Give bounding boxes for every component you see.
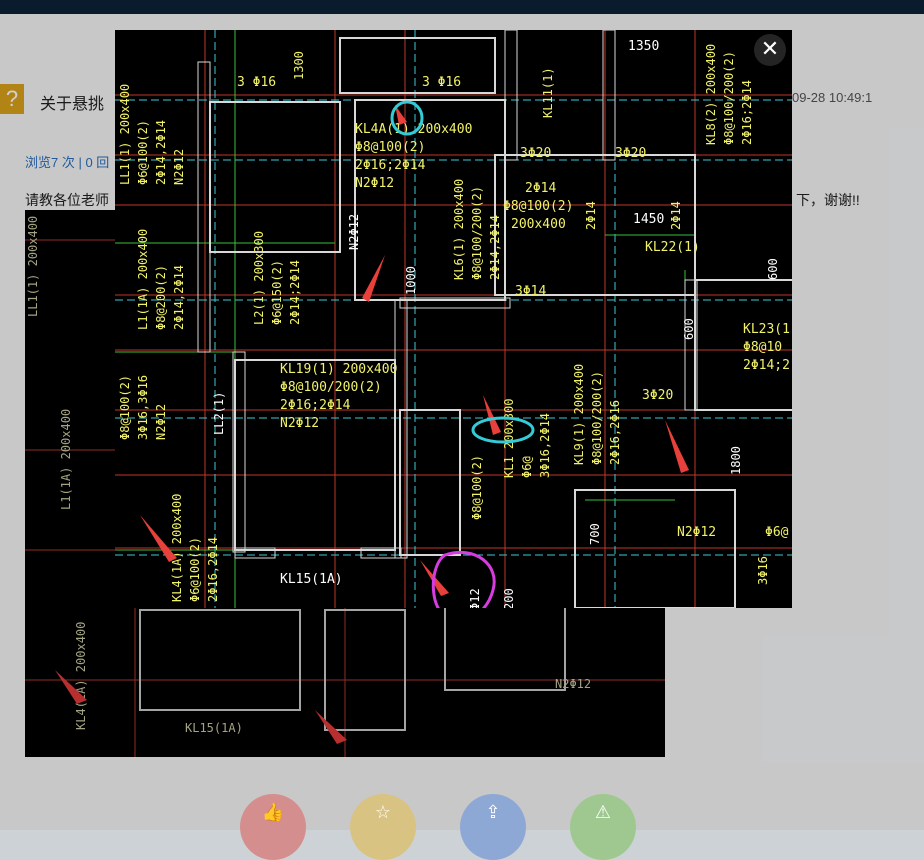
thumbs-up-icon: 👍	[261, 802, 285, 823]
cad-label: 3Φ20	[520, 146, 551, 161]
cad-label: 3Φ16	[756, 556, 770, 585]
cad-label: 2Φ14,2Φ14	[172, 265, 186, 330]
cad-label: KL4(1A) 200x400	[170, 494, 184, 602]
cad-label: 1000	[404, 266, 418, 295]
cad-label: N2Φ12	[172, 149, 186, 185]
report-button[interactable]: ⚠	[570, 794, 636, 860]
cad-label: 2Φ14,2Φ14	[154, 120, 168, 185]
cad-label: KL8(2) 200x400	[704, 44, 718, 145]
cad-label: 700	[588, 523, 602, 545]
cad-label: Φ8@100(2)	[503, 199, 573, 214]
cad-label: KL23(1	[743, 322, 790, 337]
cad-label: 3Φ14	[515, 284, 546, 299]
cad-label: 2Φ16;2Φ14	[740, 80, 754, 145]
cad-label: Φ8@100(2)	[470, 455, 484, 520]
cad-label: 2Φ16,2Φ16	[608, 400, 622, 465]
cad-label: KL4A(1) 200x400	[355, 122, 472, 137]
close-icon: ✕	[760, 37, 780, 62]
cad-label: Φ12	[468, 588, 482, 608]
cad-label: Φ6@150(2)	[270, 260, 284, 325]
cad-label: Φ8@10	[743, 340, 782, 355]
cad-label: KL11(1)	[541, 67, 555, 118]
image-lightbox[interactable]: 3 Φ16 3 Φ16 KL4A(1) 200x400 Φ8@100(2) 2Φ…	[115, 30, 792, 608]
cad-label: Φ8@100/200(2)	[280, 380, 382, 395]
cad-label: Φ8@100/200(2)	[722, 51, 736, 145]
cad-label: 2Φ16;2Φ14	[280, 398, 351, 413]
cad-label: 1300	[292, 51, 306, 80]
cad-label: 2Φ14	[669, 201, 683, 230]
cad-label: Φ6@	[765, 525, 789, 540]
cad-label: N2Φ12	[347, 214, 361, 250]
cad-label: Φ8@100(2)	[355, 140, 425, 155]
cad-label: 2Φ16,2Φ14	[206, 537, 220, 602]
cad-label: Φ6@	[520, 456, 534, 478]
cad-label: N2Φ12	[154, 404, 168, 440]
warning-icon: ⚠	[594, 802, 612, 823]
favorite-button[interactable]: ☆	[350, 794, 416, 860]
cad-label: 1350	[628, 39, 659, 54]
cad-label: 2Φ14	[584, 201, 598, 230]
cad-label: Φ8@100(2)	[118, 375, 132, 440]
like-button[interactable]: 👍	[240, 794, 306, 860]
cad-label: L1(1A) 200x400	[136, 229, 150, 330]
cad-label: 3 Φ16	[422, 75, 461, 90]
cad-label: 3 Φ16	[237, 75, 276, 90]
cad-label: L2(1) 200x300	[252, 231, 266, 325]
cad-label: 3Φ20	[615, 146, 646, 161]
cad-label: LL1(1) 200x400	[118, 84, 132, 185]
cad-label: 200	[502, 588, 516, 608]
cad-label: 3Φ16,3Φ16	[136, 375, 150, 440]
share-button[interactable]: ⇪	[460, 794, 526, 860]
cad-label: 1450	[633, 212, 664, 227]
close-button[interactable]: ✕	[754, 34, 786, 66]
cad-label: N2Φ12	[280, 416, 319, 431]
cad-label: Φ8@100/200(2)	[590, 371, 604, 465]
cad-label: N2Φ12	[355, 176, 394, 191]
cad-label: 2Φ14	[525, 181, 556, 196]
cad-label: 600	[766, 258, 780, 280]
cad-label: 3Φ20	[642, 388, 673, 403]
cad-label: Φ8@100/200(2)	[470, 186, 484, 280]
cad-label: LL2(1)	[212, 392, 226, 435]
cad-label: Φ6@100(2)	[136, 120, 150, 185]
annotation-circle-magenta	[431, 550, 496, 608]
cad-label: KL22(1)	[645, 240, 700, 255]
cad-label: Φ6@100(2)	[188, 537, 202, 602]
cad-label: 2Φ14,2Φ14	[488, 215, 502, 280]
cad-label: KL9(1) 200x400	[572, 364, 586, 465]
cad-label: 200x400	[511, 217, 566, 232]
cad-label: 2Φ16;2Φ14	[355, 158, 426, 173]
cad-label: 2Φ14;2	[743, 358, 790, 373]
cad-label: KL6(1) 200x400	[452, 179, 466, 280]
cad-label: N2Φ12	[677, 525, 716, 540]
cad-label: 600	[682, 318, 696, 340]
cad-label: KL15(1A)	[280, 572, 343, 587]
cad-label: 1800	[729, 446, 743, 475]
star-icon: ☆	[374, 802, 392, 823]
cad-label: 3Φ16,2Φ14	[538, 413, 552, 478]
share-icon: ⇪	[485, 802, 501, 823]
cad-drawing: 3 Φ16 3 Φ16 KL4A(1) 200x400 Φ8@100(2) 2Φ…	[115, 30, 792, 608]
cad-label: KL1 200x300	[502, 399, 516, 478]
cad-label: 2Φ14;2Φ14	[288, 260, 302, 325]
cad-label: Φ8@200(2)	[154, 265, 168, 330]
cad-label: KL19(1) 200x400	[280, 362, 397, 377]
